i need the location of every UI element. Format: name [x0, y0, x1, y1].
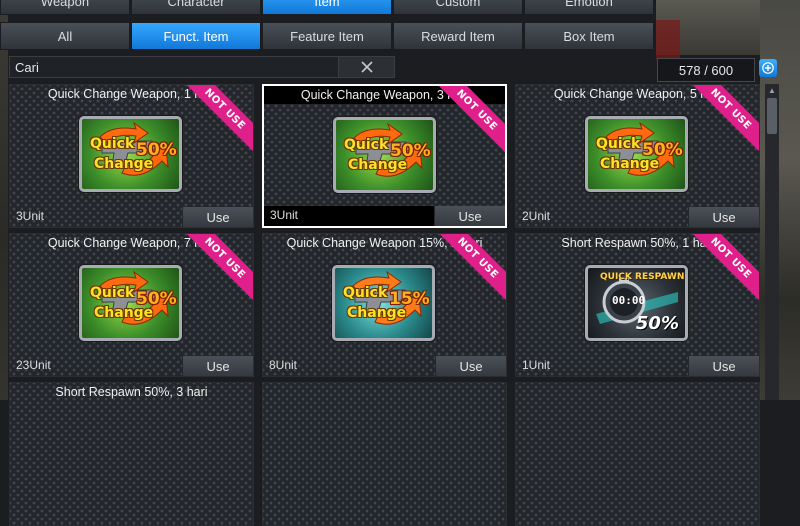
quick-change-icon: Quick Change 50%	[585, 116, 688, 192]
icon-percent: 50%	[390, 141, 431, 161]
tab-character[interactable]: Character	[131, 0, 261, 15]
icon-percent: 50%	[635, 313, 679, 334]
subtab-feature-item[interactable]: Feature Item	[262, 22, 392, 50]
background-banner	[656, 20, 680, 60]
item-unit-count: 23Unit	[16, 358, 51, 372]
item-footer: 23Unit Use	[10, 356, 253, 376]
use-button[interactable]: Use	[434, 206, 505, 226]
item-grid: Quick Change Weapon, 1 hari Quick Change 5…	[9, 84, 761, 526]
icon-percent: 15%	[389, 289, 430, 309]
item-card[interactable]: Short Respawn 50%, 1 hari QUICK RESPAWN 0…	[515, 233, 760, 377]
icon-timer: 00:00	[612, 294, 646, 307]
item-card[interactable]: Quick Change Weapon 15%, 1 hari Quick Cha…	[262, 233, 507, 377]
plus-icon	[762, 62, 774, 74]
icon-percent: 50%	[642, 140, 683, 160]
item-unit-count: 3Unit	[16, 209, 45, 223]
tab-weapon[interactable]: Weapon	[0, 0, 130, 15]
use-button[interactable]: Use	[688, 207, 759, 227]
subtab-funct-item[interactable]: Funct. Item	[131, 22, 261, 50]
use-button[interactable]: Use	[182, 356, 253, 376]
tab-emotion[interactable]: Emotion	[524, 0, 654, 15]
item-footer: 2Unit Use	[516, 207, 759, 227]
quick-change-icon: Quick Change 15%	[332, 265, 435, 341]
item-footer: 3Unit Use	[10, 207, 253, 227]
icon-label-line1: QUICK RESPAWN	[600, 272, 685, 282]
item-footer: 8Unit Use	[263, 356, 506, 376]
item-card[interactable]: Short Respawn 50%, 3 hari	[9, 382, 254, 526]
inventory-count: 578 / 600	[657, 58, 755, 82]
expand-inventory-button[interactable]	[759, 59, 777, 77]
subtab-all[interactable]: All	[0, 22, 130, 50]
item-unit-count: 1Unit	[522, 358, 551, 372]
tab-item[interactable]: Item	[262, 0, 392, 15]
item-unit-count: 3Unit	[270, 208, 299, 222]
icon-label-line1: Quick	[90, 136, 135, 152]
use-button[interactable]: Use	[435, 356, 506, 376]
item-footer: 3Unit Use	[264, 206, 505, 226]
background-scenery-left	[0, 0, 8, 400]
subtab-box-item[interactable]: Box Item	[524, 22, 654, 50]
icon-label-line1: Quick	[343, 285, 388, 301]
icon-percent: 50%	[136, 140, 177, 160]
item-card[interactable]: Quick Change Weapon, 5 hari Quick Change 5…	[515, 84, 760, 228]
icon-label-line1: Quick	[90, 285, 135, 301]
item-unit-count: 8Unit	[269, 358, 298, 372]
item-card[interactable]	[262, 382, 507, 526]
icon-percent: 50%	[136, 289, 177, 309]
item-card[interactable]: Quick Change Weapon, 7 hari Quick Change 5…	[9, 233, 254, 377]
item-card[interactable]	[515, 382, 760, 526]
search-clear-button[interactable]	[338, 57, 394, 77]
item-card[interactable]: Quick Change Weapon, 1 hari Quick Change 5…	[9, 84, 254, 228]
quick-change-icon: Quick Change 50%	[79, 265, 182, 341]
quick-change-icon: Quick Change 50%	[333, 117, 436, 193]
item-footer: 1Unit Use	[516, 356, 759, 376]
search-bar	[9, 56, 395, 78]
item-title: Short Respawn 50%, 3 hari	[55, 385, 208, 399]
quick-change-icon: Quick Change 50%	[79, 116, 182, 192]
scrollbar-thumb[interactable]	[767, 98, 777, 134]
icon-label-line1: Quick	[596, 136, 641, 152]
search-input[interactable]	[10, 57, 340, 77]
item-card[interactable]: Quick Change Weapon, 3 hari Quick Change 5…	[262, 84, 507, 228]
quick-respawn-icon: QUICK RESPAWN 00:00 50%	[585, 265, 688, 341]
icon-label-line1: Quick	[344, 137, 389, 153]
close-icon	[360, 61, 373, 73]
scrollbar[interactable]: ▲	[765, 84, 779, 400]
subtab-reward-item[interactable]: Reward Item	[393, 22, 523, 50]
use-button[interactable]: Use	[182, 207, 253, 227]
use-button[interactable]: Use	[688, 356, 759, 376]
scroll-up-icon[interactable]: ▲	[765, 84, 779, 96]
item-unit-count: 2Unit	[522, 209, 551, 223]
tab-custom[interactable]: Custom	[393, 0, 523, 15]
